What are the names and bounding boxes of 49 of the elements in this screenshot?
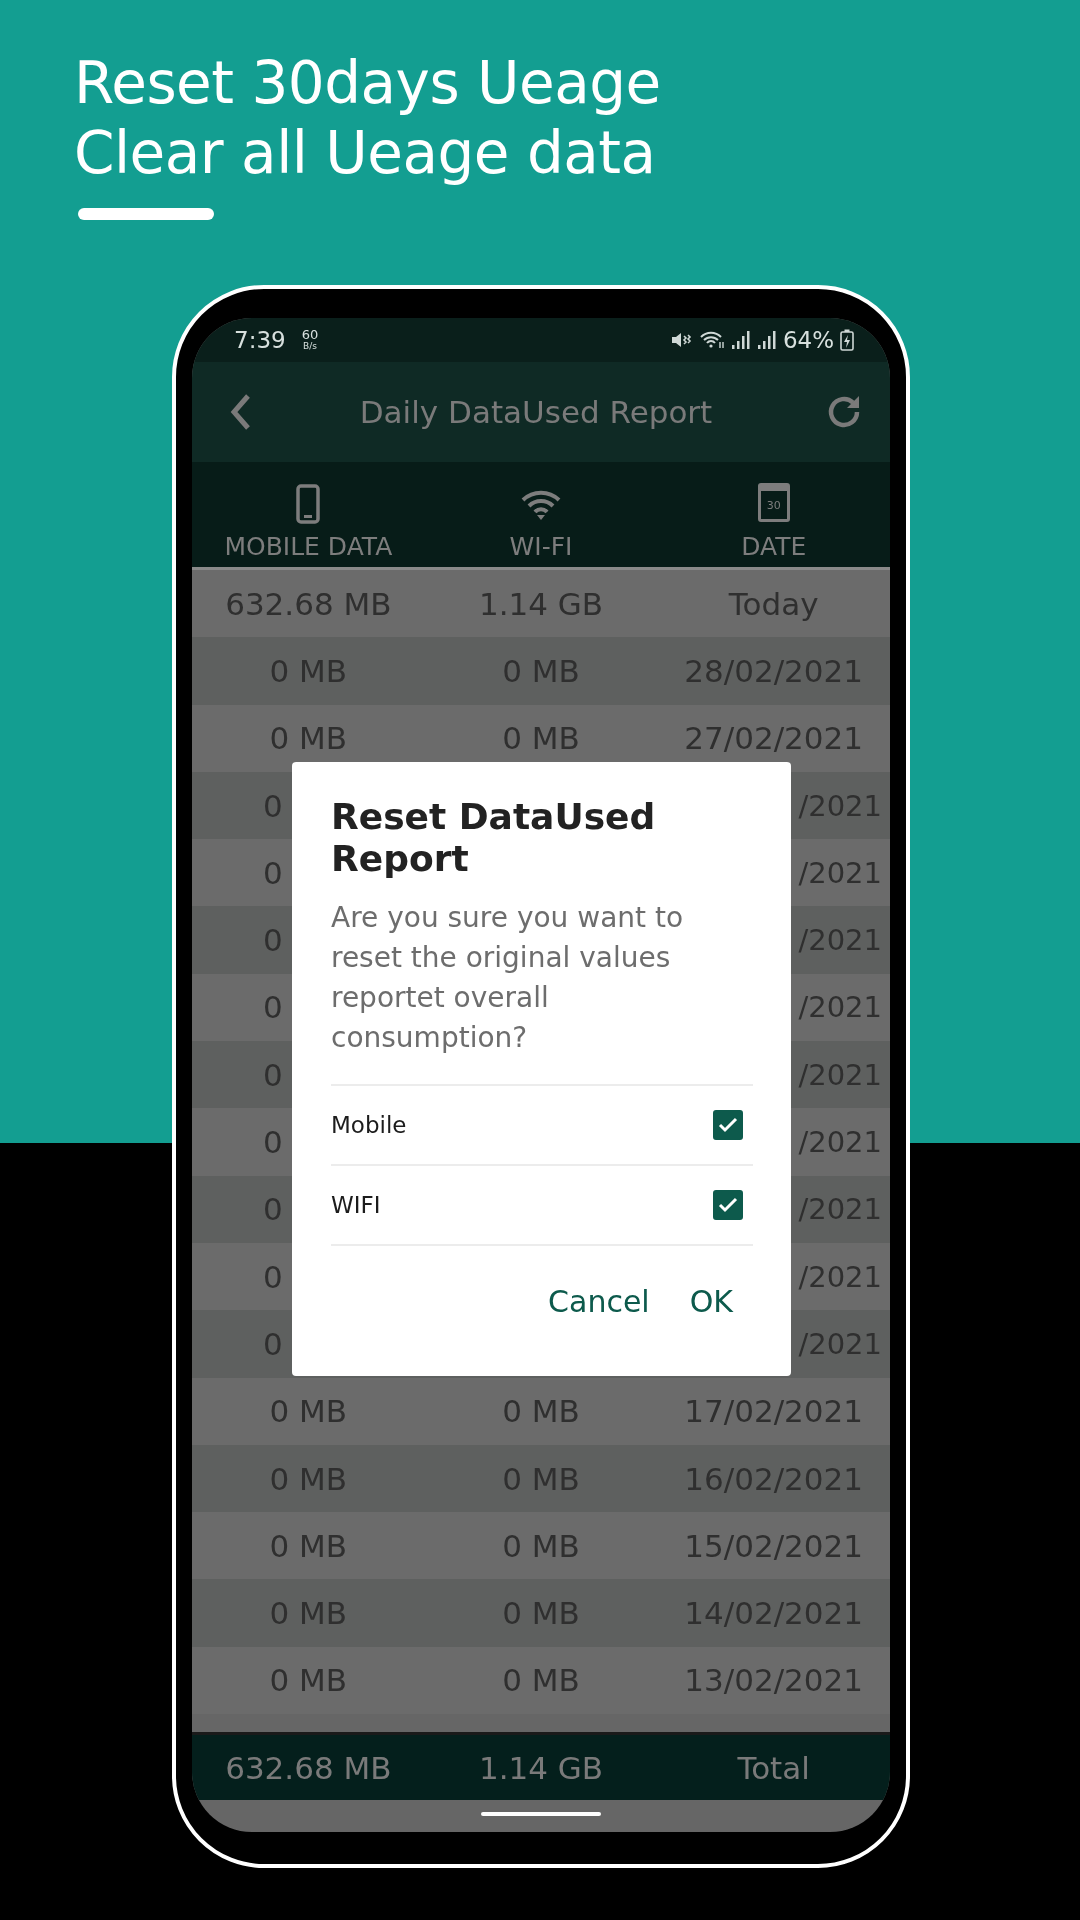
phone-icon	[295, 484, 322, 524]
table-cell-text: 1.14 GB	[477, 585, 605, 622]
table-cell-text: 27/02/2021	[683, 720, 864, 757]
table-cell-text: 15/02/2021	[683, 1527, 864, 1564]
table-cell: /2021	[798, 1125, 882, 1159]
total-cell-text: 632.68 MB	[224, 1749, 393, 1786]
table-cell-text: 0 MB	[501, 1393, 581, 1430]
option-label: WIFI	[331, 1192, 381, 1218]
dialog-title: Reset DataUsed Report	[331, 796, 657, 880]
calendar-icon: 30	[757, 483, 790, 522]
status-time: 7:39	[234, 327, 286, 353]
signal-icon	[730, 328, 751, 352]
battery-level: 64%	[782, 327, 834, 353]
dialog-button[interactable]: Cancel	[548, 1280, 650, 1323]
table-cell-text: 17/02/2021	[683, 1393, 864, 1430]
table-cell-text: 0 MB	[268, 1527, 349, 1564]
screen-title: Daily DataUsed Report	[358, 394, 714, 430]
dialog-button[interactable]: OK	[689, 1280, 733, 1323]
table-cell-text: 0 MB	[268, 1393, 349, 1430]
column-header: WI-FI	[509, 532, 573, 561]
column-header: DATE	[741, 532, 807, 561]
signal-icon	[756, 328, 777, 352]
table-cell-text: 0 MB	[501, 1662, 581, 1699]
checkbox[interactable]	[713, 1190, 743, 1220]
option-label: Mobile	[331, 1112, 407, 1138]
table-cell: 0	[263, 1124, 283, 1160]
table-cell-text: 632.68 MB	[224, 585, 393, 622]
table-cell: 0	[263, 854, 283, 891]
table-cell: /2021	[798, 1259, 882, 1294]
headline: Clear all Ueage data	[74, 118, 657, 188]
table-cell-text: 0 MB	[501, 720, 581, 757]
table-cell: /2021	[798, 855, 882, 890]
table-cell: 0	[263, 1258, 283, 1295]
table-cell: 0	[263, 989, 283, 1026]
total-label: Total	[736, 1749, 811, 1786]
dialog-message: Are you sure you want to reset the original values reportet overall consumption?	[331, 900, 685, 1056]
table-cell-text: Today	[727, 585, 820, 622]
table-cell: /2021	[798, 990, 882, 1025]
net-speed: 60	[301, 329, 319, 341]
table-cell-text: 0 MB	[268, 1662, 349, 1699]
total-cell-text: 1.14 GB	[477, 1749, 605, 1786]
table-cell-text: 0 MB	[501, 1527, 581, 1564]
column-header: MOBILE DATA	[224, 532, 393, 561]
table-cell-text: 13/02/2021	[683, 1662, 864, 1699]
headline: Reset 30days Ueage	[74, 48, 662, 118]
checkbox[interactable]	[713, 1110, 743, 1140]
battery-icon	[840, 328, 854, 352]
table-cell-text: 0 MB	[268, 720, 349, 757]
net-unit: B/s	[302, 341, 317, 351]
